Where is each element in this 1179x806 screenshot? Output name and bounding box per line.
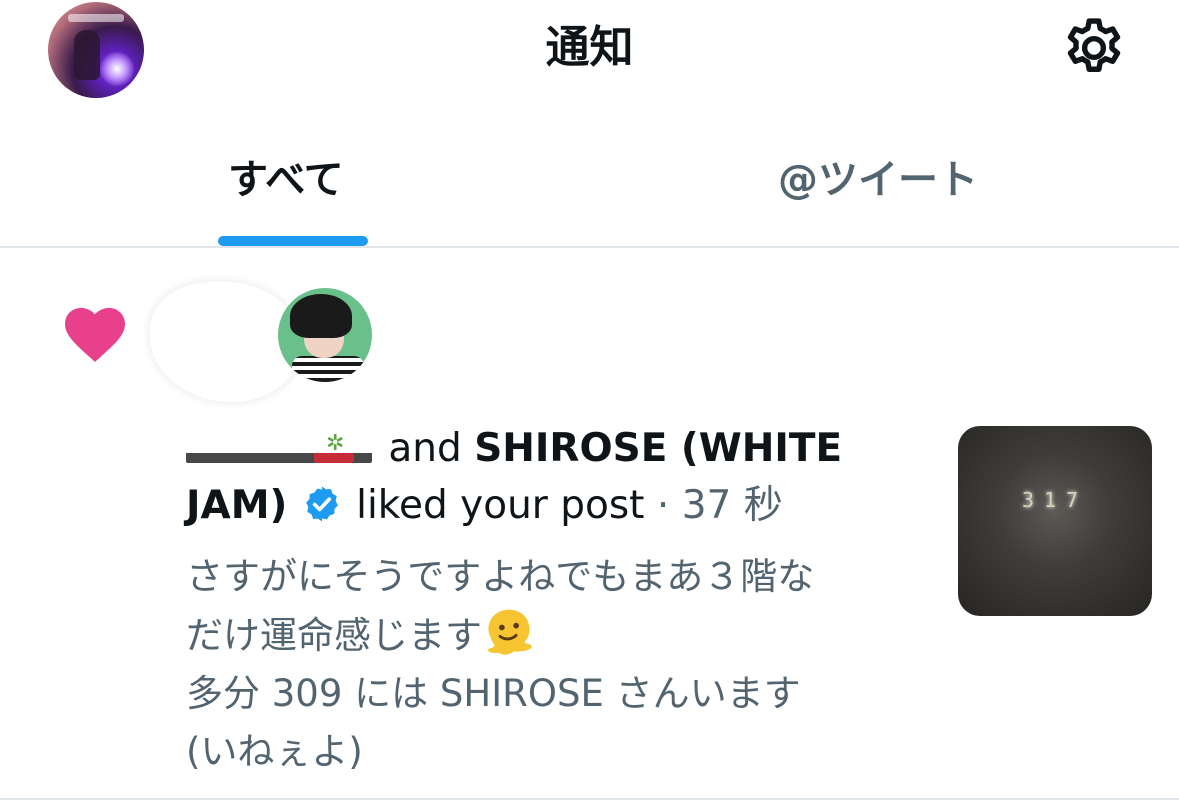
post-line: だけ運命感じます: [186, 606, 926, 665]
separator: ·: [656, 483, 670, 528]
notification-tabs: すべて @ツイート: [0, 130, 1179, 246]
post-preview-text: さすがにそうですよねでもまあ３階な だけ運命感じます 多分 309 には SHI…: [186, 548, 926, 781]
liker-avatar[interactable]: [278, 288, 372, 382]
redacted-avatar: [150, 282, 300, 402]
post-line: 多分 309 には SHIROSE さんいます: [186, 672, 801, 715]
post-thumbnail[interactable]: 317: [958, 426, 1152, 616]
tabs-divider: [0, 246, 1179, 248]
heart-icon: [65, 307, 125, 362]
timestamp: 37 秒: [681, 483, 783, 528]
selected-tab-indicator: [218, 236, 368, 246]
melting-face-emoji-icon: [488, 609, 532, 655]
notification-text: ✲ and SHIROSE (WHITE JAM) liked your pos…: [186, 420, 906, 534]
thumbnail-room-number: 317: [1021, 488, 1089, 512]
verified-badge-icon: [305, 486, 338, 522]
action-text: liked your post: [356, 483, 645, 528]
tab-mentions[interactable]: @ツイート: [778, 154, 978, 206]
header-bar: 通知: [0, 0, 1179, 110]
page-title: 通知: [545, 22, 634, 73]
post-line: さすがにそうですよねでもまあ３階な: [186, 555, 815, 598]
post-line: (いねぇよ): [186, 730, 363, 773]
tab-all[interactable]: すべて: [228, 154, 344, 206]
conjunction: and: [388, 426, 462, 471]
gear-icon[interactable]: [1060, 14, 1128, 82]
list-divider: [0, 798, 1179, 800]
redacted-username: ✲: [186, 431, 376, 467]
